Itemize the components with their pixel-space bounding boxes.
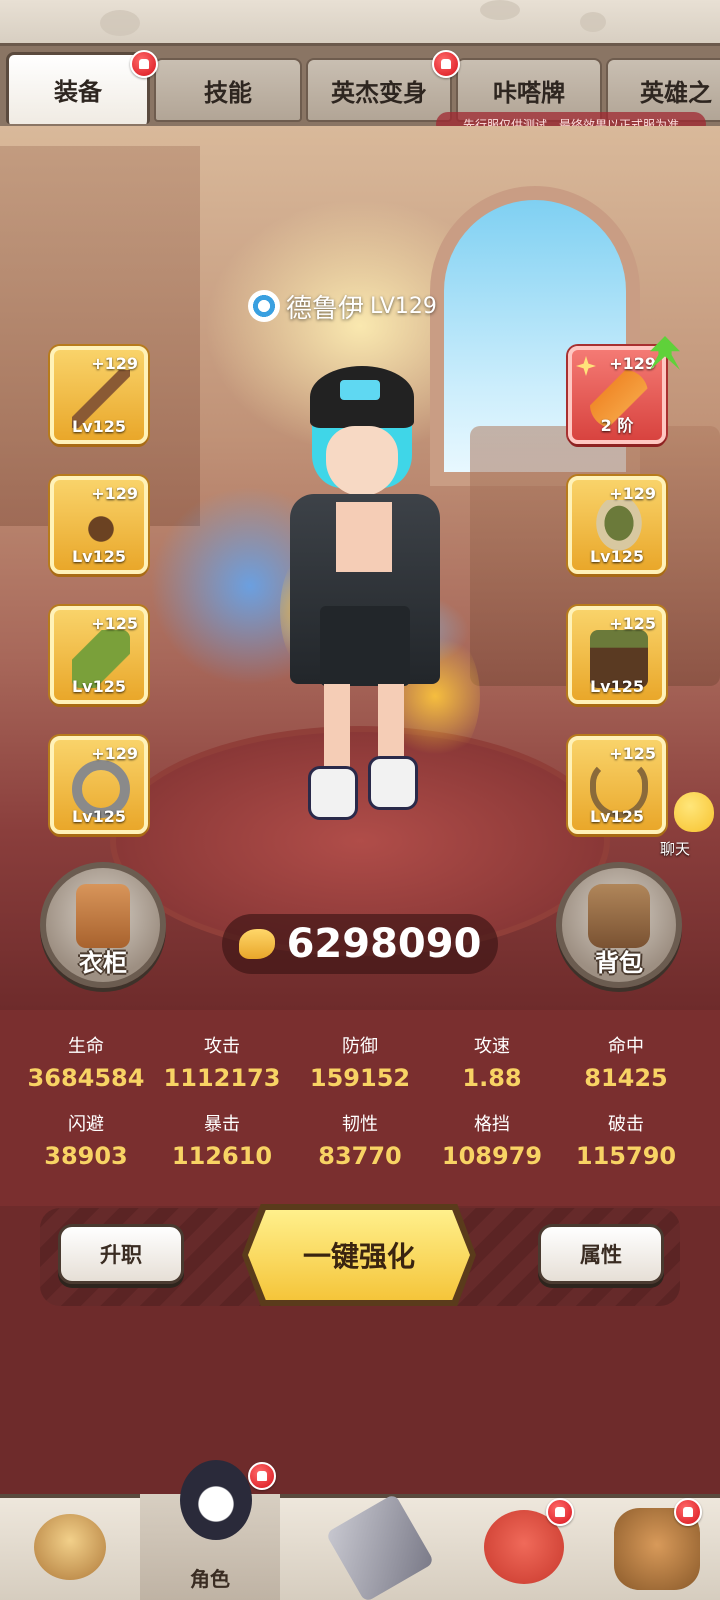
backpack-button[interactable]: 背包 (556, 862, 682, 988)
equip-slot-armor[interactable]: +125 Lv125 (568, 606, 666, 704)
nav-totem-badge (674, 1498, 702, 1526)
nav-pet-badge (546, 1498, 574, 1526)
nav-character-badge (248, 1462, 276, 1490)
chat-face-icon (674, 792, 714, 832)
shelf (0, 146, 200, 526)
character-model[interactable] (150, 316, 490, 836)
torso (336, 502, 392, 572)
combat-power-value: 6298090 (286, 921, 482, 967)
shorts (320, 606, 410, 686)
promote-button[interactable]: 升职 (58, 1224, 184, 1284)
enhance-all-button[interactable]: 一键强化 (248, 1210, 470, 1300)
tab-hero-transform-badge (432, 50, 460, 78)
wardrobe-icon (76, 884, 130, 948)
stat-attack-speed: 攻速 1.88 (462, 1036, 522, 1092)
decor-stone (480, 0, 520, 20)
sword-icon (325, 1493, 435, 1600)
right-shoe (368, 756, 418, 810)
tab-equipment-badge (130, 50, 158, 78)
face (326, 426, 398, 496)
stat-defense: 防御 159152 (309, 1036, 411, 1092)
equip-slot-ring[interactable]: +129 Lv125 (50, 736, 148, 834)
nav-item-beast[interactable] (0, 1494, 140, 1600)
stat-toughness: 韧性 83770 (318, 1114, 402, 1170)
left-shoe (308, 766, 358, 820)
nav-item-character[interactable]: 角色 (140, 1460, 280, 1600)
stat-pierce: 破击 115790 (575, 1114, 677, 1170)
equip-slot-antler[interactable]: +129 Lv125 (50, 476, 148, 574)
stat-attack: 攻击 1112173 (163, 1036, 281, 1092)
beast-icon (34, 1514, 106, 1580)
equip-slot-weapon[interactable]: +129 Lv125 (50, 346, 148, 444)
attributes-button[interactable]: 属性 (538, 1224, 664, 1284)
backpack-icon (588, 884, 650, 948)
character-icon (180, 1460, 252, 1540)
stats-panel: 生命 3684584 攻击 1112173 防御 159152 攻速 1.88 命中 81… (0, 1010, 720, 1206)
decor-stone (580, 12, 606, 32)
strength-arm-icon (238, 929, 275, 959)
cap-logo (340, 380, 380, 400)
sparkle-icon (576, 356, 596, 376)
stat-crit: 暴击 112610 (171, 1114, 273, 1170)
top-frame (0, 0, 720, 46)
chat-button[interactable]: 聊天 (650, 792, 716, 862)
wardrobe-button[interactable]: 衣柜 (40, 862, 166, 988)
equip-slot-feather[interactable]: +129 2 阶 (568, 346, 666, 444)
combat-power: 6298090 (222, 914, 498, 974)
stat-dodge: 闪避 38903 (44, 1114, 128, 1170)
stat-hp: 生命 3684584 (27, 1036, 145, 1092)
tab-equipment[interactable]: 装备 (6, 52, 150, 124)
left-leg (324, 684, 350, 774)
stat-accuracy: 命中 81425 (584, 1036, 668, 1092)
tab-hero-transform[interactable]: 英杰变身 (306, 58, 452, 122)
tab-skills[interactable]: 技能 (154, 58, 302, 122)
equip-slot-bracer[interactable]: +125 Lv125 (50, 606, 148, 704)
nav-item-weapon[interactable] (310, 1493, 450, 1600)
decor-stone (100, 10, 140, 36)
character-level: LV129 (370, 293, 437, 319)
equip-slot-hat[interactable]: +129 Lv125 (568, 476, 666, 574)
stat-block: 格挡 108979 (441, 1114, 543, 1170)
